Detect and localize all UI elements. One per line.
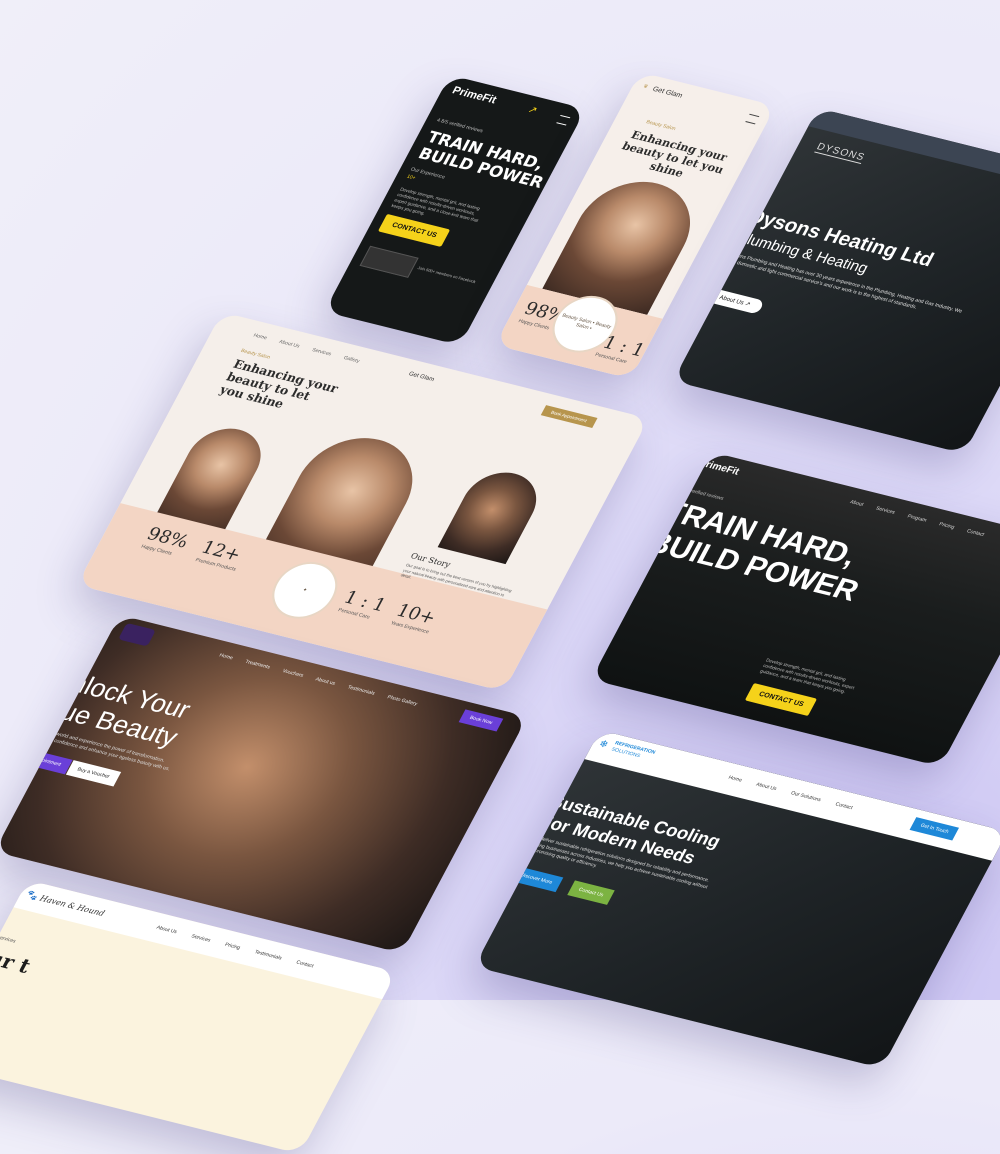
salon-photo (437, 465, 550, 565)
nav-photo-gallery[interactable]: Photo Gallery (386, 694, 418, 707)
nav-home[interactable]: Home (252, 333, 268, 342)
hero-headline: Your t (0, 939, 36, 978)
about-us-label: About Us (717, 295, 745, 307)
nav-program[interactable]: Program (906, 513, 928, 523)
nav-about[interactable]: About (849, 499, 865, 508)
top-nav: About Services Program Pricing Contact (849, 499, 985, 538)
nav-services[interactable]: Services (875, 506, 897, 516)
rating-text: 4.8/5 verified reviews (676, 485, 725, 502)
primefit-logo[interactable]: PrimeFit (450, 85, 499, 107)
nav-testimonials[interactable]: Testimonials (346, 685, 376, 697)
tag-label: Beauty Salon (644, 119, 677, 132)
book-appointment-button[interactable]: Book Appointment (9, 746, 73, 775)
book-now-button[interactable]: Book Now (458, 709, 504, 732)
primefit-logo[interactable]: PrimeFit (697, 458, 741, 478)
arrow-icon: ↗ (525, 104, 540, 117)
salon-logo[interactable] (118, 622, 156, 647)
nav-contact[interactable]: Contact (966, 528, 986, 538)
hero-portrait (542, 170, 710, 315)
menu-icon[interactable] (556, 114, 571, 126)
getglam-logo[interactable]: Get Glam (651, 86, 683, 100)
contact-us-button[interactable]: Contact Us (567, 880, 615, 905)
nav-about[interactable]: About Us (278, 339, 301, 349)
experience-years: 10+ (405, 173, 417, 182)
nav-vouchers[interactable]: Vouchers (281, 668, 304, 679)
dysons-logo[interactable]: DYSONS (814, 141, 867, 165)
nav-gallery[interactable]: Gallery (342, 355, 360, 364)
hero-headline: Enhancing your beauty to let you shine (217, 357, 341, 411)
showcase-stage: PrimeFit ↗ 4.8/5 verified reviews TRAIN … (0, 0, 1000, 1154)
arrow-icon: ↗ (743, 301, 752, 309)
menu-icon[interactable] (745, 113, 760, 125)
getglam-logo[interactable]: Get Glam (407, 371, 435, 383)
nav-treatments[interactable]: Treatments (244, 659, 271, 671)
discover-more-button[interactable]: Discover More (509, 865, 564, 893)
refrigeration-card: ❄ REFRIGERATION SOLUTIONS Home About Us … (474, 730, 1000, 1069)
hero-headline: Enhancing your beauty to let you shine (619, 128, 730, 180)
nav-pricing[interactable]: Pricing (938, 521, 956, 530)
contact-us-button[interactable]: CONTACT US (744, 683, 818, 717)
about-us-button[interactable]: About Us ↗ (704, 287, 766, 315)
book-appointment-button[interactable]: Book Appointment (540, 405, 598, 428)
nav-home[interactable]: Home (218, 653, 234, 662)
video-thumbnail[interactable] (359, 245, 419, 278)
nav-about[interactable]: About us (314, 677, 336, 687)
primefit-desktop-card: PrimeFit About Services Program Pricing … (591, 452, 1000, 767)
avatars-text: Join 500+ members on Facebook (416, 265, 477, 285)
tag-label: Pet care services (0, 930, 17, 945)
crown-icon: ♛ (641, 83, 650, 91)
buy-voucher-button[interactable]: Buy a Voucher (65, 760, 121, 787)
nav-services[interactable]: Services (311, 347, 333, 357)
